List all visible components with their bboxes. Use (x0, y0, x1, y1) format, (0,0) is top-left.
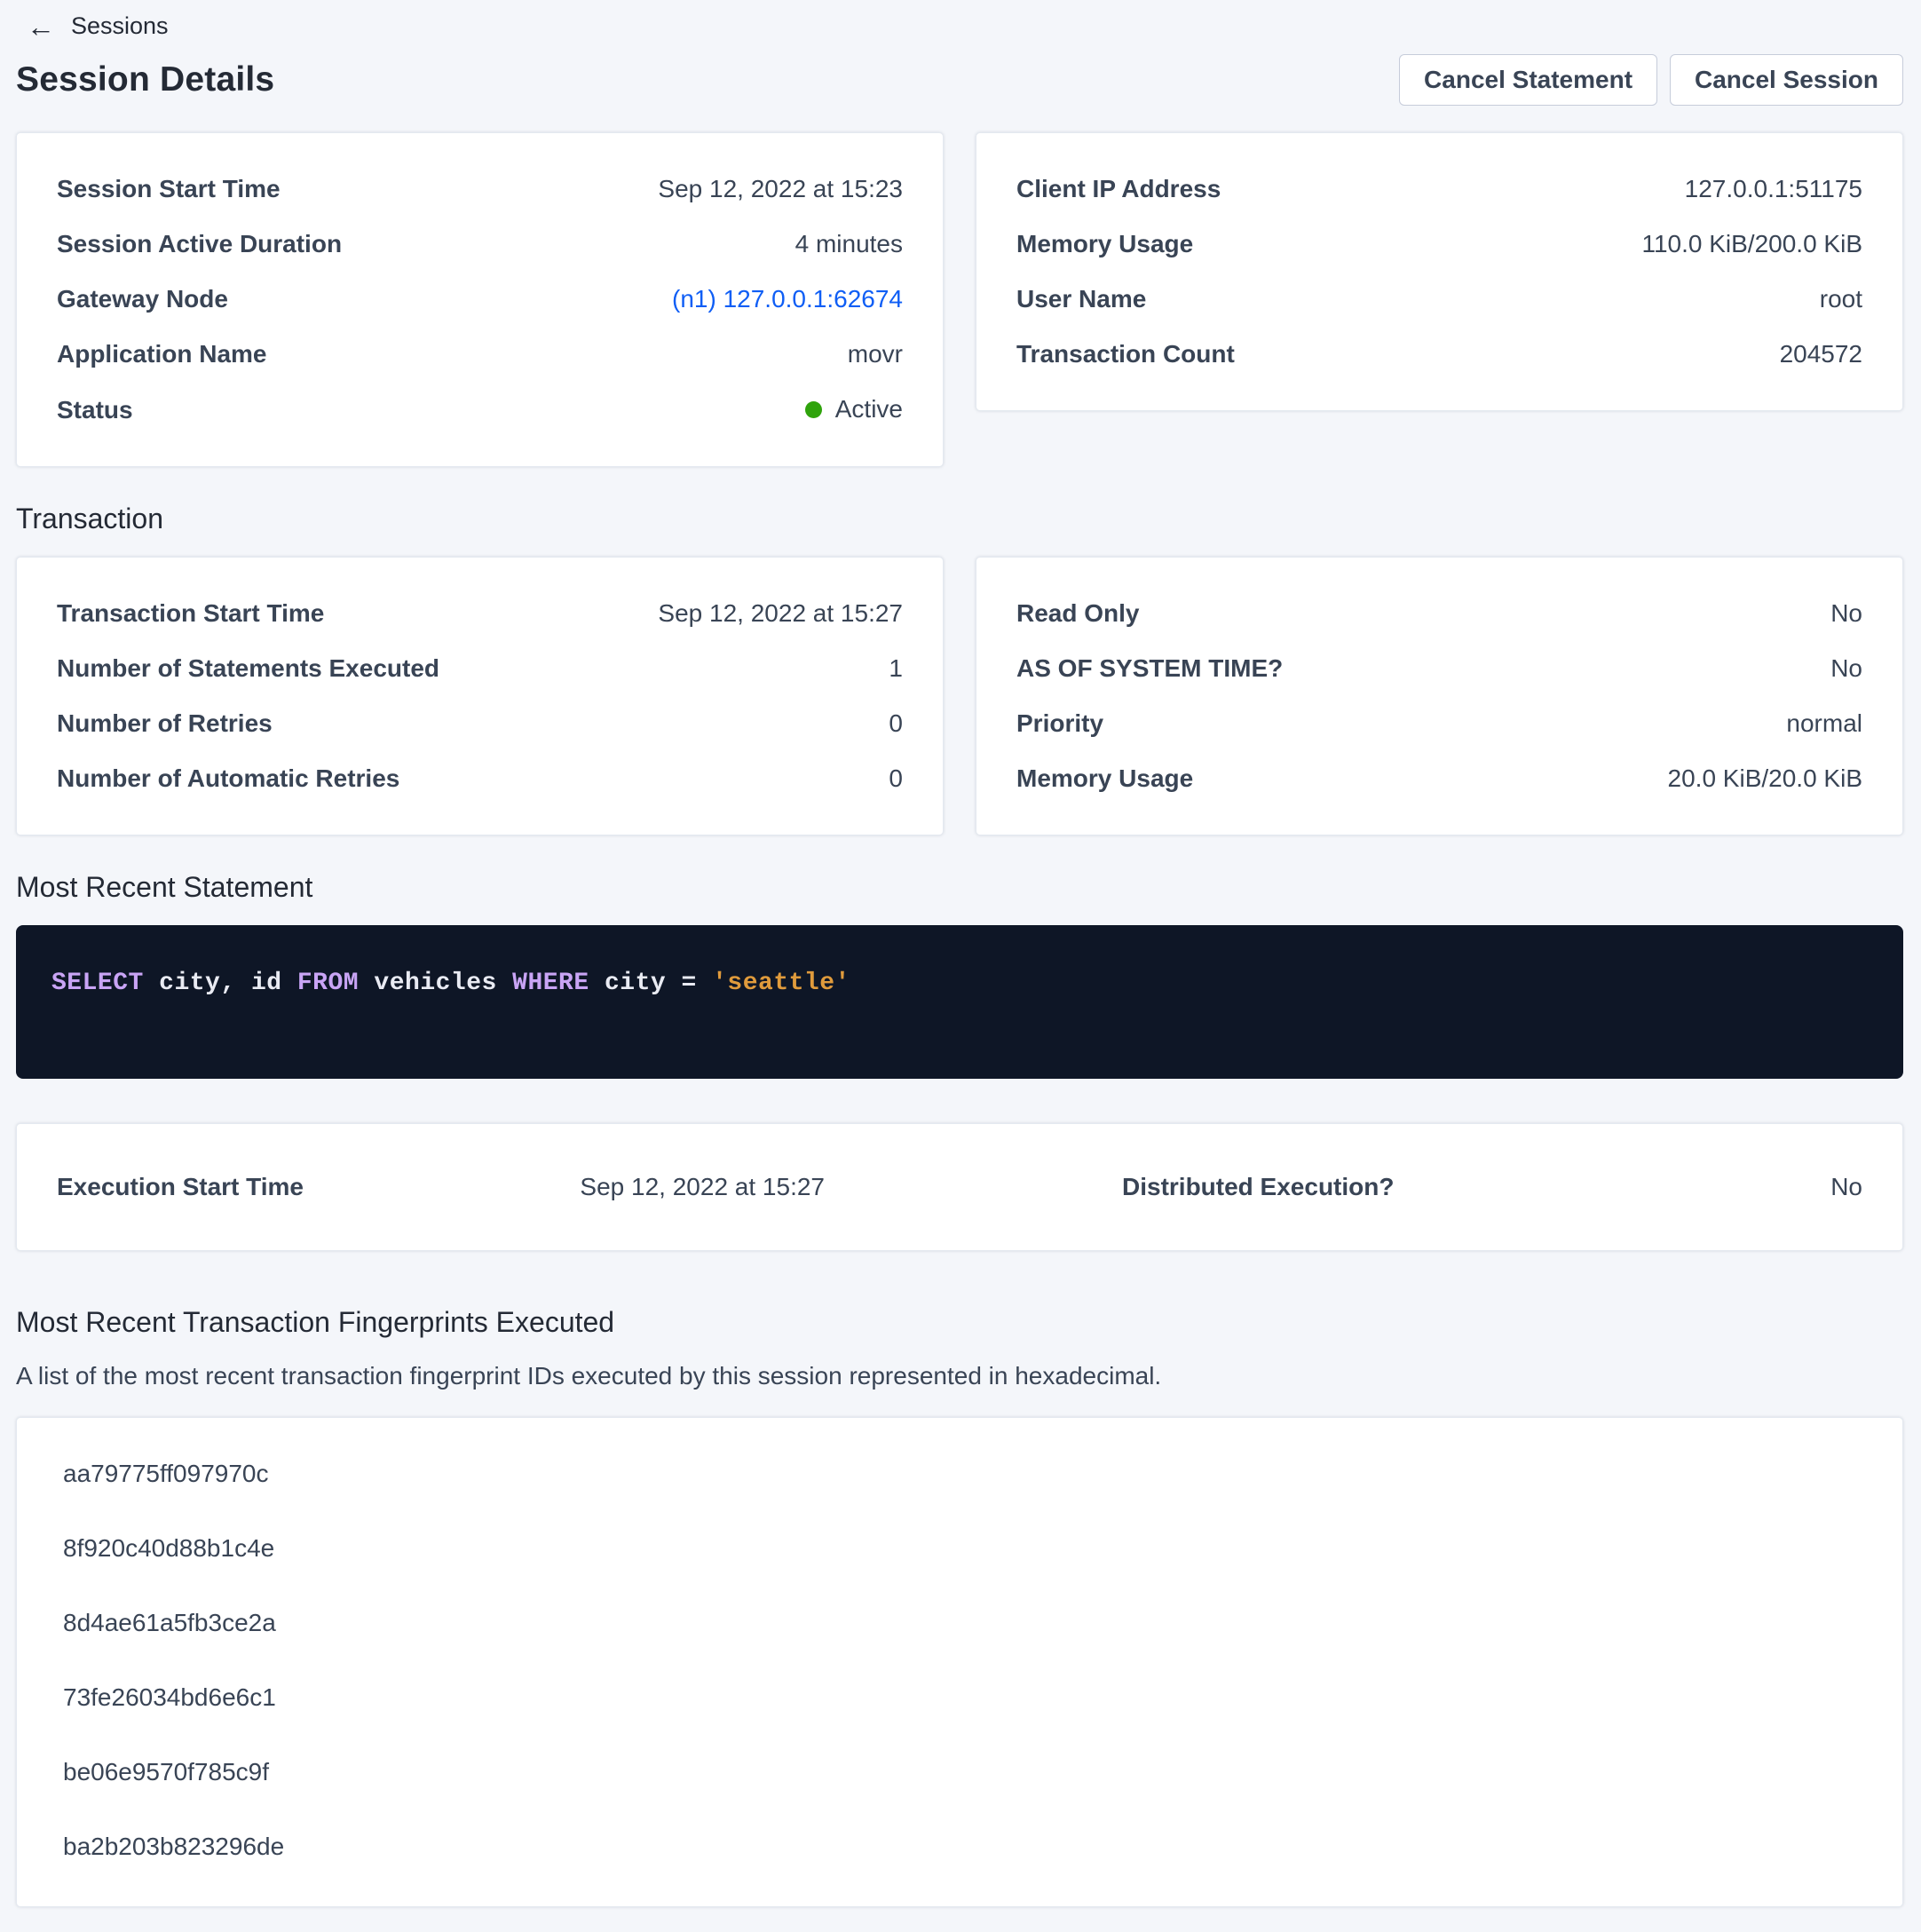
application-name-label: Application Name (57, 339, 266, 369)
statement-section-heading: Most Recent Statement (16, 871, 1903, 904)
gateway-node-label: Gateway Node (57, 284, 228, 314)
automatic-retries-label: Number of Automatic Retries (57, 764, 399, 794)
session-details-page: ← Sessions Session Details Cancel Statem… (0, 0, 1921, 1932)
session-memory-usage-label: Memory Usage (1016, 229, 1193, 259)
session-active-duration-value: 4 minutes (795, 229, 903, 259)
execution-start-time-value: Sep 12, 2022 at 15:27 (452, 1172, 825, 1202)
active-status-dot-icon (805, 401, 822, 418)
page-header: Session Details Cancel Statement Cancel … (16, 54, 1903, 106)
transaction-memory-usage-value: 20.0 KiB/20.0 KiB (1668, 764, 1862, 794)
status-label: Status (57, 395, 133, 425)
transaction-count-value: 204572 (1780, 339, 1862, 369)
session-overview-cards: Session Start Time Sep 12, 2022 at 15:23… (16, 132, 1903, 467)
retries-label: Number of Retries (57, 709, 273, 739)
retries-row: Number of Retries 0 (57, 709, 903, 739)
application-name-value: movr (848, 339, 903, 369)
fingerprints-list: aa79775ff097970c 8f920c40d88b1c4e 8d4ae6… (63, 1459, 1856, 1862)
fingerprints-card: aa79775ff097970c 8f920c40d88b1c4e 8d4ae6… (16, 1417, 1903, 1907)
automatic-retries-value: 0 (889, 764, 903, 794)
read-only-row: Read Only No (1016, 598, 1862, 629)
session-memory-usage-row: Memory Usage 110.0 KiB/200.0 KiB (1016, 229, 1862, 259)
transaction-memory-usage-label: Memory Usage (1016, 764, 1193, 794)
fingerprints-section-heading: Most Recent Transaction Fingerprints Exe… (16, 1306, 1903, 1339)
sql-from-keyword: FROM (297, 970, 359, 997)
sql-select-keyword: SELECT (51, 970, 144, 997)
statements-executed-label: Number of Statements Executed (57, 653, 439, 684)
fingerprints-description: A list of the most recent transaction fi… (16, 1360, 1903, 1392)
fingerprint-item: 73fe26034bd6e6c1 (63, 1683, 1856, 1713)
back-to-sessions-link[interactable]: ← Sessions (16, 5, 169, 40)
statements-executed-row: Number of Statements Executed 1 (57, 653, 903, 684)
execution-start-time-label: Execution Start Time (57, 1172, 452, 1202)
priority-row: Priority normal (1016, 709, 1862, 739)
client-ip-label: Client IP Address (1016, 174, 1221, 204)
application-name-row: Application Name movr (57, 339, 903, 369)
session-memory-usage-value: 110.0 KiB/200.0 KiB (1641, 229, 1862, 259)
cancel-statement-button[interactable]: Cancel Statement (1399, 54, 1657, 106)
fingerprint-item: be06e9570f785c9f (63, 1757, 1856, 1787)
cancel-session-button[interactable]: Cancel Session (1670, 54, 1903, 106)
transaction-info-card: Transaction Start Time Sep 12, 2022 at 1… (16, 557, 944, 835)
user-name-label: User Name (1016, 284, 1146, 314)
distributed-execution-label: Distributed Execution? (1122, 1172, 1394, 1202)
fingerprint-item: aa79775ff097970c (63, 1459, 1856, 1489)
sql-table-name: vehicles (374, 970, 496, 997)
fingerprint-item: 8f920c40d88b1c4e (63, 1533, 1856, 1564)
read-only-label: Read Only (1016, 598, 1139, 629)
sql-where-keyword: WHERE (512, 970, 589, 997)
transaction-memory-usage-row: Memory Usage 20.0 KiB/20.0 KiB (1016, 764, 1862, 794)
as-of-system-time-row: AS OF SYSTEM TIME? No (1016, 653, 1862, 684)
as-of-system-time-label: AS OF SYSTEM TIME? (1016, 653, 1283, 684)
breadcrumb-label: Sessions (71, 12, 169, 40)
execution-details-card: Execution Start Time Sep 12, 2022 at 15:… (16, 1123, 1903, 1251)
sql-statement: SELECT city, id FROM vehicles WHERE city… (51, 970, 850, 997)
as-of-system-time-value: No (1830, 653, 1862, 684)
session-active-duration-row: Session Active Duration 4 minutes (57, 229, 903, 259)
sql-statement-box: SELECT city, id FROM vehicles WHERE city… (16, 925, 1903, 1079)
fingerprint-item: ba2b203b823296de (63, 1832, 1856, 1862)
priority-label: Priority (1016, 709, 1103, 739)
page-title: Session Details (16, 60, 274, 99)
gateway-node-link[interactable]: (n1) 127.0.0.1:62674 (672, 284, 903, 314)
client-ip-row: Client IP Address 127.0.0.1:51175 (1016, 174, 1862, 204)
retries-value: 0 (889, 709, 903, 739)
user-name-row: User Name root (1016, 284, 1862, 314)
fingerprint-item: 8d4ae61a5fb3ce2a (63, 1608, 1856, 1638)
status-badge: Active (805, 394, 903, 424)
session-start-time-value: Sep 12, 2022 at 15:23 (658, 174, 903, 204)
distributed-execution-value: No (1830, 1172, 1862, 1202)
status-value: Active (835, 394, 903, 424)
statements-executed-value: 1 (889, 653, 903, 684)
read-only-value: No (1830, 598, 1862, 629)
user-name-value: root (1820, 284, 1862, 314)
transaction-section-heading: Transaction (16, 503, 1903, 535)
header-actions: Cancel Statement Cancel Session (1399, 54, 1903, 106)
sql-columns: city, id (159, 970, 281, 997)
transaction-start-time-value: Sep 12, 2022 at 15:27 (658, 598, 903, 629)
sql-string-literal: 'seattle' (712, 970, 850, 997)
client-info-card: Client IP Address 127.0.0.1:51175 Memory… (976, 132, 1903, 411)
status-row: Status Active (57, 394, 903, 425)
priority-value: normal (1786, 709, 1862, 739)
gateway-node-row: Gateway Node (n1) 127.0.0.1:62674 (57, 284, 903, 314)
session-info-card: Session Start Time Sep 12, 2022 at 15:23… (16, 132, 944, 467)
transaction-start-time-row: Transaction Start Time Sep 12, 2022 at 1… (57, 598, 903, 629)
session-start-time-row: Session Start Time Sep 12, 2022 at 15:23 (57, 174, 903, 204)
transaction-count-row: Transaction Count 204572 (1016, 339, 1862, 369)
automatic-retries-row: Number of Automatic Retries 0 (57, 764, 903, 794)
client-ip-value: 127.0.0.1:51175 (1685, 174, 1862, 204)
session-start-time-label: Session Start Time (57, 174, 281, 204)
sql-condition-lhs: city = (605, 970, 697, 997)
back-arrow-icon: ← (27, 13, 55, 40)
execution-details-row: Execution Start Time Sep 12, 2022 at 15:… (57, 1172, 1862, 1202)
session-active-duration-label: Session Active Duration (57, 229, 342, 259)
transaction-count-label: Transaction Count (1016, 339, 1235, 369)
transaction-settings-card: Read Only No AS OF SYSTEM TIME? No Prior… (976, 557, 1903, 835)
transaction-cards: Transaction Start Time Sep 12, 2022 at 1… (16, 557, 1903, 835)
transaction-start-time-label: Transaction Start Time (57, 598, 324, 629)
